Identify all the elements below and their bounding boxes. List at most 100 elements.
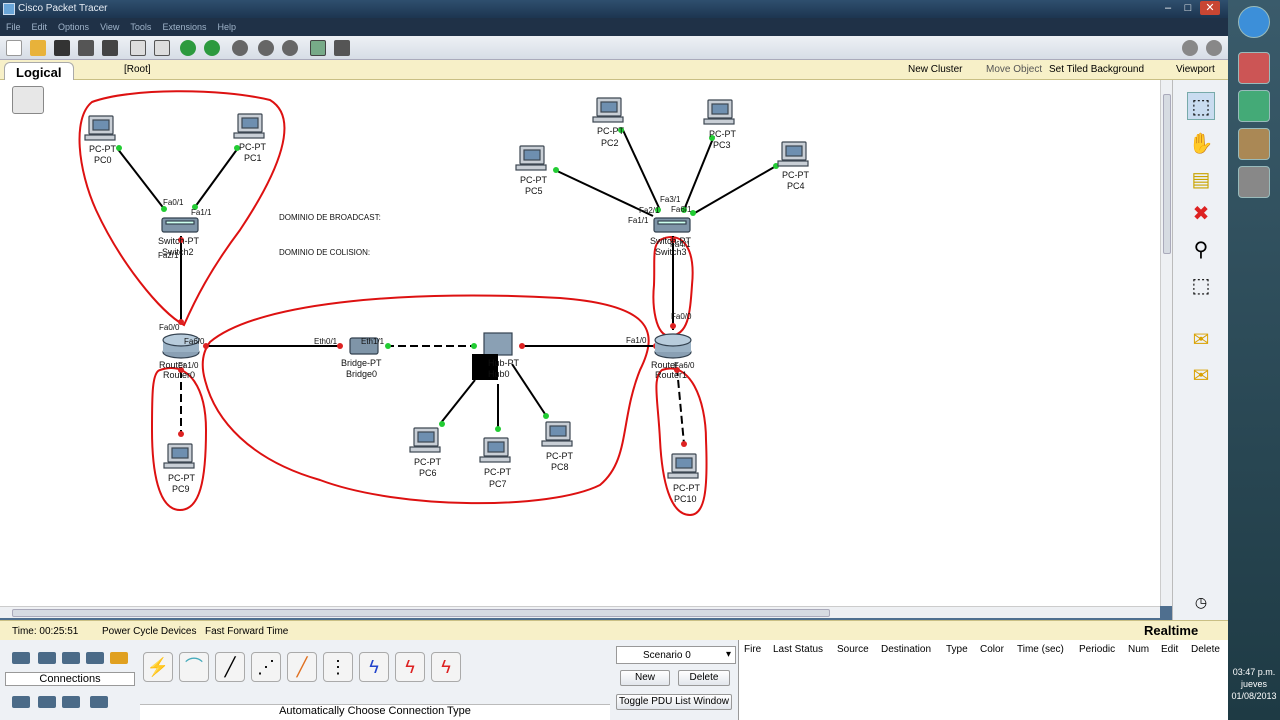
auto-connection-icon[interactable]: ⚡ (143, 652, 173, 682)
vertical-scroll-thumb[interactable] (1163, 94, 1171, 254)
root-breadcrumb[interactable]: [Root] (124, 64, 151, 75)
bridge0-name: Bridge0 (346, 369, 377, 379)
dot-hub-left (471, 343, 477, 349)
menu-view[interactable]: View (94, 18, 124, 32)
col-delete[interactable]: Delete (1191, 644, 1220, 655)
serial-dte-icon[interactable]: ϟ (431, 652, 461, 682)
horizontal-scrollbar[interactable] (0, 606, 1160, 618)
drawing-palette-icon[interactable] (310, 40, 326, 56)
col-destination[interactable]: Destination (881, 644, 931, 655)
console-cable-icon[interactable]: ⌒ (179, 652, 209, 682)
copper-cross-icon[interactable]: ⋰ (251, 652, 281, 682)
help-icon[interactable] (1206, 40, 1222, 56)
pc7-icon (479, 437, 511, 463)
col-type[interactable]: Type (946, 644, 968, 655)
fiber-icon[interactable]: ╱ (287, 652, 317, 682)
zoom-in-icon[interactable] (232, 40, 248, 56)
place-note-icon[interactable]: ▤ (1187, 166, 1215, 194)
new-cluster-button[interactable]: New Cluster (908, 64, 962, 75)
copy-icon[interactable] (130, 40, 146, 56)
menu-tools[interactable]: Tools (124, 18, 156, 32)
activity-wizard-icon[interactable] (102, 40, 118, 56)
redo-icon[interactable] (204, 40, 220, 56)
zoom-out-icon[interactable] (282, 40, 298, 56)
col-time[interactable]: Time (sec) (1017, 644, 1064, 655)
col-edit[interactable]: Edit (1161, 644, 1178, 655)
start-button-icon[interactable] (1238, 6, 1270, 38)
open-folder-icon[interactable] (30, 40, 46, 56)
pc3-type: PC-PT (709, 129, 737, 139)
col-color[interactable]: Color (980, 644, 1004, 655)
switches-category-icon[interactable] (38, 652, 56, 664)
col-fire[interactable]: Fire (744, 644, 761, 655)
port-r1-fa6-0: Fa6/0 (674, 361, 695, 370)
custom-devices-category-icon[interactable] (62, 696, 80, 708)
horizontal-scroll-thumb[interactable] (12, 609, 830, 617)
connection-type-label: Automatically Choose Connection Type (140, 704, 610, 720)
menu-file[interactable]: File (0, 18, 26, 32)
add-complex-pdu-icon[interactable]: ✉ (1187, 362, 1215, 390)
vertical-scrollbar[interactable] (1160, 80, 1172, 606)
hubs-category-icon[interactable] (62, 652, 80, 664)
wan-emulation-category-icon[interactable] (38, 696, 56, 708)
undo-icon[interactable] (180, 40, 196, 56)
coaxial-icon[interactable]: ϟ (359, 652, 389, 682)
delete-icon[interactable]: ✖ (1187, 200, 1215, 228)
connections-category-icon[interactable] (110, 652, 128, 664)
link-hub0-pc8 (511, 363, 548, 418)
col-periodic[interactable]: Periodic (1079, 644, 1115, 655)
power-cycle-button[interactable]: Power Cycle Devices (102, 626, 196, 637)
end-devices-category-icon[interactable] (12, 696, 30, 708)
paste-icon[interactable] (154, 40, 170, 56)
system-clock[interactable]: 03:47 p.m. jueves 01/08/2013 (1228, 666, 1280, 702)
new-file-icon[interactable] (6, 40, 22, 56)
port-labels: Fa0/1 Fa1/1 Fa2/1 Fa0/0 Fa6/0 Fa1/0 Eth0… (158, 195, 695, 370)
phone-cable-icon[interactable]: ⋮ (323, 652, 353, 682)
move-layout-hand-icon[interactable]: ✋ (1187, 130, 1215, 158)
port-sw3-fa3-1: Fa3/1 (660, 195, 681, 204)
menu-extensions[interactable]: Extensions (156, 18, 211, 32)
copper-straight-icon[interactable]: ╱ (215, 652, 245, 682)
resize-shape-icon[interactable]: ⬚ (1187, 272, 1215, 300)
logical-workspace[interactable]: PC-PT PC0 PC-PT PC1 PC-PT PC2 PC-PT PC3 … (0, 80, 1160, 606)
pc8-type: PC-PT (546, 451, 574, 461)
move-object-button[interactable]: Move Object (986, 64, 1042, 75)
realtime-clock-icon[interactable]: ◷ (1187, 588, 1215, 616)
routers-category-icon[interactable] (12, 652, 30, 664)
multiuser-category-icon[interactable] (90, 696, 108, 708)
media-player-icon[interactable] (1238, 52, 1270, 84)
camera-taskbar-icon[interactable] (1238, 166, 1270, 198)
col-num[interactable]: Num (1128, 644, 1149, 655)
save-icon[interactable] (54, 40, 70, 56)
print-icon[interactable] (78, 40, 94, 56)
viewport-button[interactable]: Viewport (1176, 64, 1215, 75)
info-icon[interactable] (1182, 40, 1198, 56)
toggle-pdu-list-button[interactable]: Toggle PDU List Window (616, 694, 732, 710)
device-labels: PC-PT PC0 PC-PT PC1 PC-PT PC2 PC-PT PC3 … (89, 126, 810, 504)
menu-options[interactable]: Options (52, 18, 94, 32)
new-scenario-button[interactable]: New (620, 670, 670, 686)
winrar-taskbar-icon[interactable] (1238, 128, 1270, 160)
realtime-mode-label[interactable]: Realtime (1144, 623, 1198, 638)
serial-dce-icon[interactable]: ϟ (395, 652, 425, 682)
menu-edit[interactable]: Edit (26, 18, 53, 32)
delete-scenario-button[interactable]: Delete (678, 670, 730, 686)
minimize-button[interactable]: – (1158, 1, 1178, 15)
chevron-down-icon: ▾ (725, 649, 731, 660)
wireless-category-icon[interactable] (86, 652, 104, 664)
menu-help[interactable]: Help (211, 18, 241, 32)
add-simple-pdu-icon[interactable]: ✉ (1187, 326, 1215, 354)
custom-devices-icon[interactable] (334, 40, 350, 56)
inspect-icon[interactable]: ⚲ (1187, 236, 1215, 264)
col-source[interactable]: Source (837, 644, 869, 655)
packet-tracer-taskbar-icon[interactable] (1238, 90, 1270, 122)
logical-physical-toggle-icon[interactable] (12, 86, 44, 114)
close-button[interactable]: ✕ (1200, 1, 1220, 15)
zoom-reset-icon[interactable] (258, 40, 274, 56)
select-tool-icon[interactable]: ⬚ (1187, 92, 1215, 120)
scenario-select[interactable]: Scenario 0 ▾ (616, 646, 736, 664)
set-tiled-background-button[interactable]: Set Tiled Background (1049, 64, 1144, 75)
maximize-button[interactable]: □ (1178, 1, 1198, 15)
col-last-status[interactable]: Last Status (773, 644, 823, 655)
fast-forward-button[interactable]: Fast Forward Time (205, 626, 288, 637)
